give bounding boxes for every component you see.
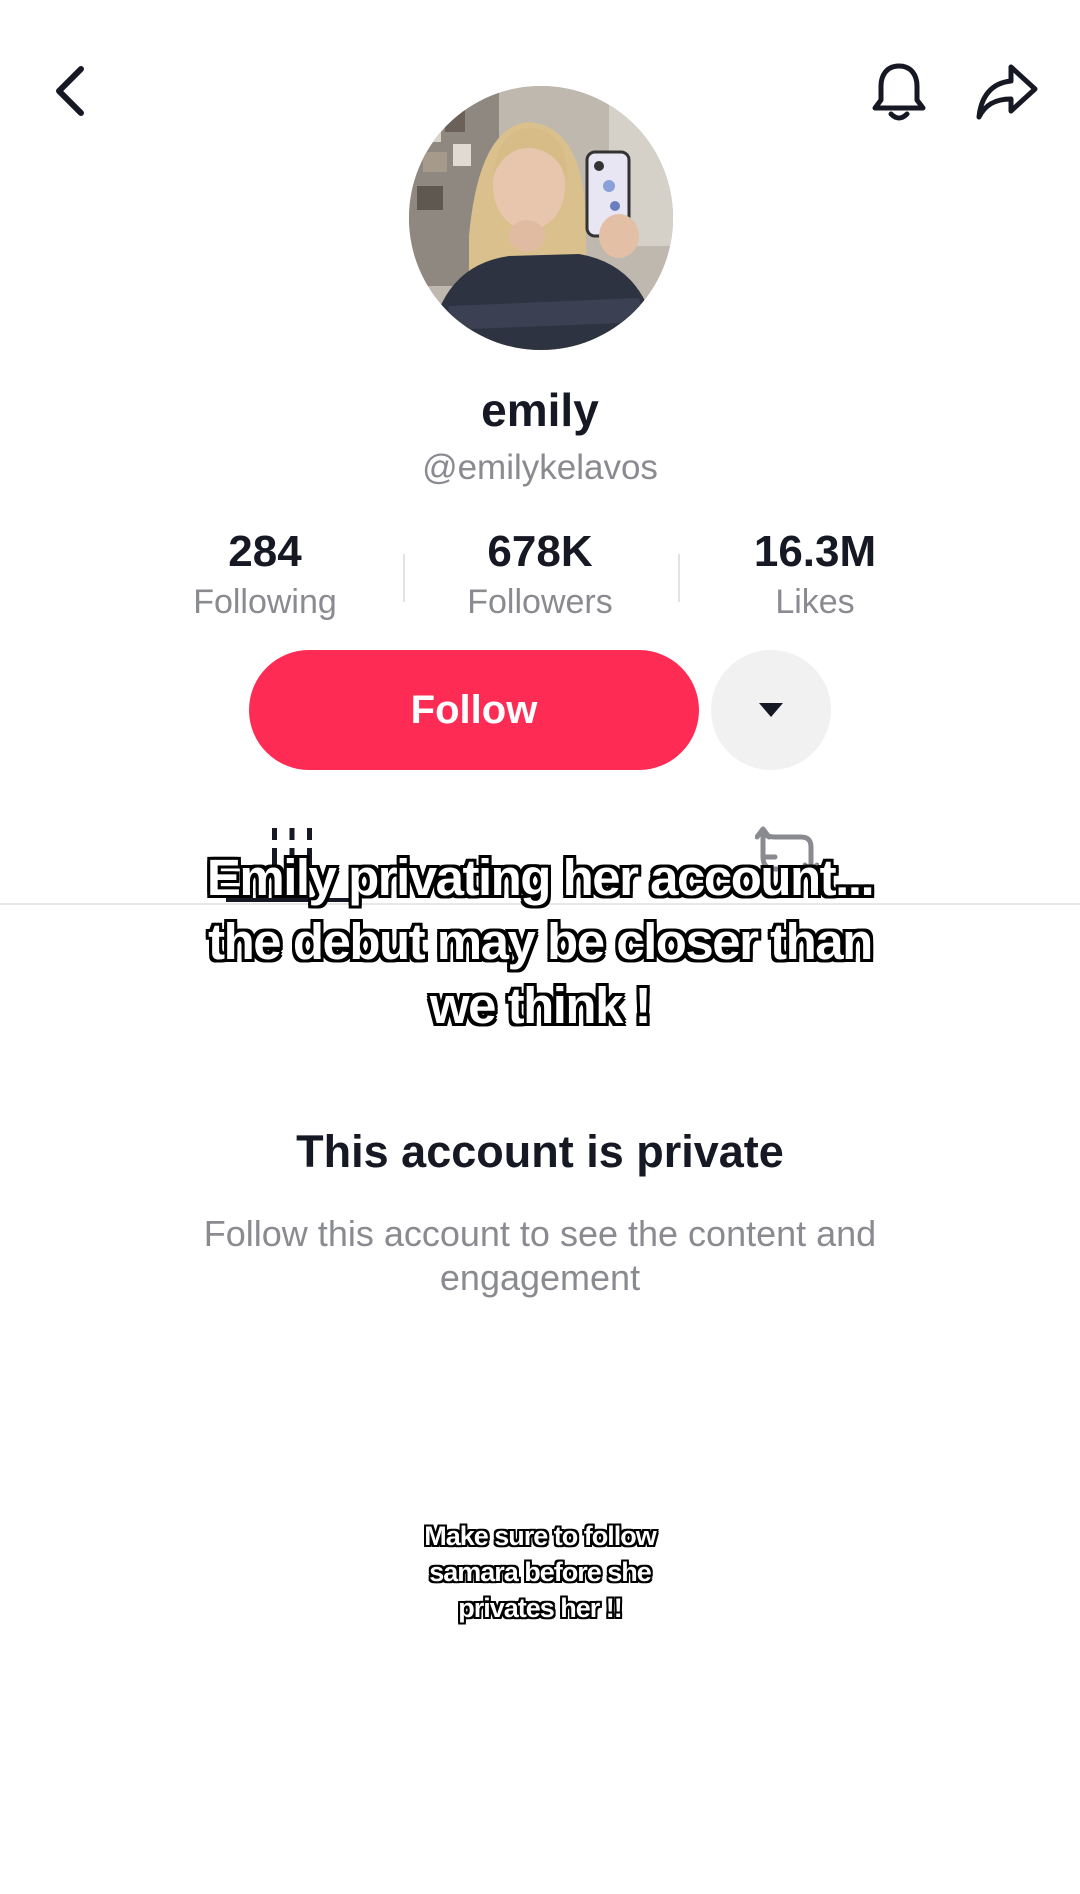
overlay-caption-small: Make sure to follow samara before she pr… [424,1521,657,1623]
likes-label: Likes [775,583,855,621]
following-label: Following [193,583,337,621]
caret-down-icon [759,703,783,717]
username-handle: @emilykelavos [422,448,658,487]
profile-photo [409,86,673,350]
private-account-title: This account is private [296,1126,784,1177]
stat-likes[interactable]: 16.3M Likes [685,524,945,624]
follow-button[interactable]: Follow [249,650,699,770]
profile-stats: 284 Following 678K Followers 16.3M Likes [0,524,1080,624]
stat-following[interactable]: 284 Following [135,524,395,624]
followers-label: Followers [467,583,613,621]
overlay-caption-main: Emily privating her account... the debut… [206,848,876,1035]
stat-followers[interactable]: 678K Followers [410,524,670,624]
following-count: 284 [228,527,302,576]
bell-icon [872,63,926,121]
stat-divider [678,554,680,602]
suggested-accounts-button[interactable] [711,650,831,770]
private-account-description: Follow this account to see the content a… [203,1213,877,1298]
display-name: emily [481,384,599,436]
followers-count: 678K [487,527,593,576]
avatar[interactable] [409,86,673,350]
share-arrow-icon [976,64,1038,120]
chevron-left-icon [56,66,84,116]
back-button[interactable] [38,58,104,124]
likes-count: 16.3M [753,527,877,576]
notification-bell-button[interactable] [866,58,932,124]
stat-divider [403,554,405,602]
share-button[interactable] [974,58,1040,124]
